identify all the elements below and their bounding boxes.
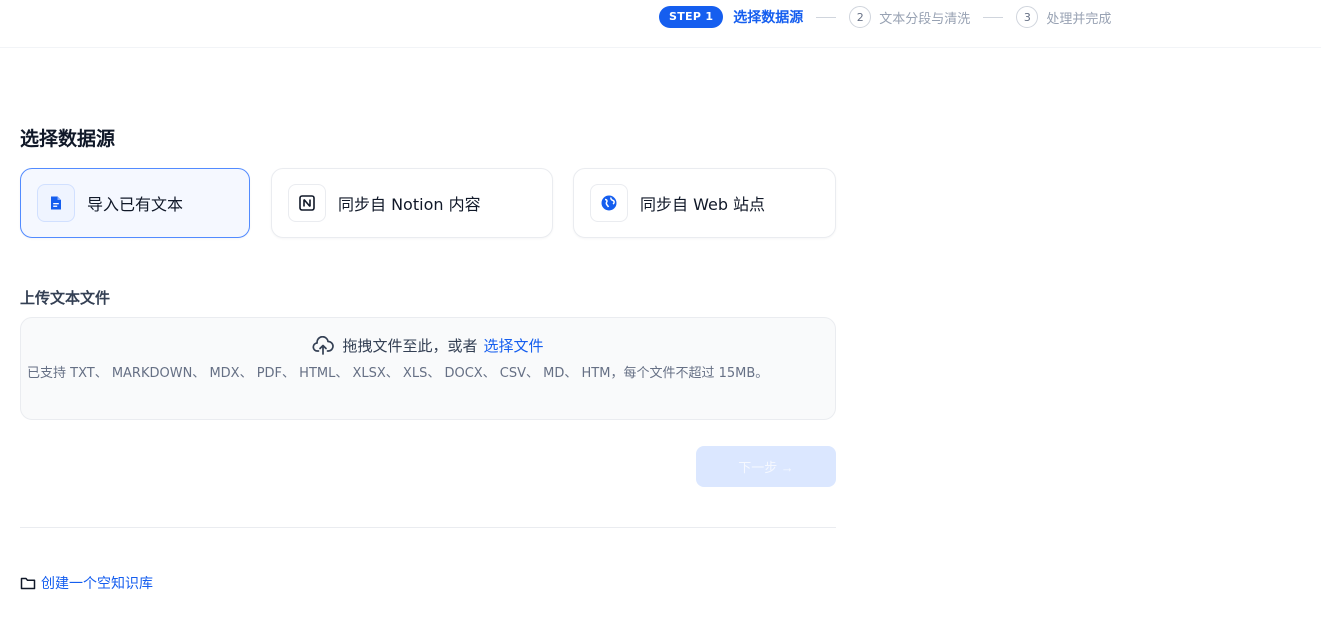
folder-icon bbox=[20, 576, 36, 590]
divider bbox=[20, 527, 836, 528]
step-separator bbox=[983, 16, 1004, 18]
upload-section-title: 上传文本文件 bbox=[20, 289, 111, 307]
page-title: 选择数据源 bbox=[20, 128, 116, 150]
source-option-text[interactable]: 导入已有文本 bbox=[20, 168, 250, 238]
source-option-label: 同步自 Web 站点 bbox=[640, 195, 766, 214]
drop-instruction: 拖拽文件至此，或者 选择文件 bbox=[21, 335, 835, 356]
step1-badge: STEP 1 bbox=[659, 6, 724, 28]
step1-label: 选择数据源 bbox=[733, 10, 804, 26]
step3-number: 3 bbox=[1016, 6, 1039, 28]
next-step-button[interactable]: 下一步 → bbox=[696, 446, 836, 487]
top-bar: STEP 1 选择数据源 2 文本分段与清洗 3 处理并完成 bbox=[0, 0, 1321, 48]
supported-formats-text: 已支持 TXT、 MARKDOWN、 MDX、 PDF、 HTML、 XLSX、… bbox=[27, 366, 769, 381]
stepper: STEP 1 选择数据源 2 文本分段与清洗 3 处理并完成 bbox=[659, 5, 1111, 29]
create-empty-knowledge-label: 创建一个空知识库 bbox=[41, 576, 153, 592]
step-separator bbox=[816, 16, 837, 18]
step2-label: 文本分段与清洗 bbox=[879, 11, 971, 27]
source-option-notion[interactable]: 同步自 Notion 内容 bbox=[271, 168, 553, 238]
step3-label: 处理并完成 bbox=[1046, 11, 1112, 27]
web-icon bbox=[590, 184, 628, 222]
file-dropzone[interactable]: 拖拽文件至此，或者 选择文件 已支持 TXT、 MARKDOWN、 MDX、 P… bbox=[20, 317, 836, 420]
source-option-label: 导入已有文本 bbox=[87, 195, 184, 214]
step2-number: 2 bbox=[849, 6, 872, 28]
select-file-link[interactable]: 选择文件 bbox=[484, 335, 544, 356]
document-icon bbox=[37, 184, 75, 222]
source-option-web[interactable]: 同步自 Web 站点 bbox=[573, 168, 836, 238]
drag-text: 拖拽文件至此，或者 bbox=[342, 337, 478, 355]
notion-icon bbox=[288, 184, 326, 222]
create-empty-knowledge-link[interactable]: 创建一个空知识库 bbox=[20, 573, 153, 593]
cloud-upload-icon bbox=[312, 335, 335, 356]
source-option-label: 同步自 Notion 内容 bbox=[338, 195, 481, 214]
